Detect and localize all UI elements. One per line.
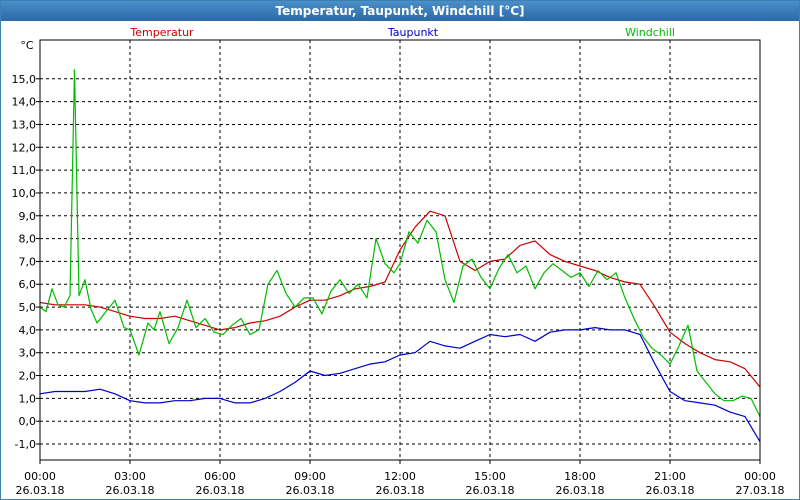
y-tick-label: 10,0: [12, 187, 37, 200]
y-tick-label: 5,0: [19, 301, 37, 314]
y-tick-label: 4,0: [19, 324, 37, 337]
axes: 15,0 14,0 13,0 12,0 11,0 10,0 9,0 8,0 7,0 6,0 5,0 4…: [12, 39, 785, 497]
y-tick-label: 14,0: [12, 96, 37, 109]
x-tick-time-label: 15:00: [474, 470, 506, 483]
x-tick-date-label: 26.03.18: [16, 484, 65, 497]
x-tick-date-label: 26.03.18: [286, 484, 335, 497]
y-tick-label: 13,0: [12, 118, 37, 131]
x-tick-date-label: 26.03.18: [556, 484, 605, 497]
x-tick-time-label: 00:00: [24, 470, 56, 483]
x-tick-date-label: 26.03.18: [106, 484, 155, 497]
legend: Temperatur Taupunkt Windchill: [129, 26, 675, 39]
y-tick-label: 1,0: [19, 392, 37, 405]
y-tick-label: -1,0: [15, 438, 36, 451]
y-tick-label: 0,0: [19, 415, 37, 428]
x-tick-time-label: 12:00: [384, 470, 416, 483]
y-axis-label: °C: [20, 39, 34, 52]
y-tick-label: 6,0: [19, 278, 37, 291]
y-tick-label: 9,0: [19, 210, 37, 223]
x-tick-time-label: 21:00: [654, 470, 686, 483]
y-tick-label: 15,0: [12, 73, 37, 86]
y-tick-label: 8,0: [19, 233, 37, 246]
x-tick-date-label: 26.03.18: [646, 484, 695, 497]
x-tick-date-label: 26.03.18: [376, 484, 425, 497]
x-tick-time-label: 09:00: [294, 470, 326, 483]
y-tick-label: 11,0: [12, 164, 37, 177]
chart-svg: 15,0 14,0 13,0 12,0 11,0 10,0 9,0 8,0 7,0 6,0 5,0 4…: [12, 26, 785, 497]
x-tick-date-label: 26.03.18: [466, 484, 515, 497]
x-tick-time-label: 06:00: [204, 470, 236, 483]
y-tick-label: 7,0: [19, 255, 37, 268]
x-tick-time-label: 03:00: [114, 470, 146, 483]
x-tick-date-label: 27.03.18: [736, 484, 785, 497]
y-tick-label: 12,0: [12, 141, 37, 154]
y-tick-label: 3,0: [19, 347, 37, 360]
x-tick-time-label: 00:00: [744, 470, 776, 483]
y-tick-label: 2,0: [19, 370, 37, 383]
x-tick-time-label: 18:00: [564, 470, 596, 483]
legend-entry-windchill: Windchill: [625, 26, 675, 39]
x-tick-date-label: 26.03.18: [196, 484, 245, 497]
legend-entry-taupunkt: Taupunkt: [387, 26, 439, 39]
legend-entry-temperatur: Temperatur: [129, 26, 194, 39]
